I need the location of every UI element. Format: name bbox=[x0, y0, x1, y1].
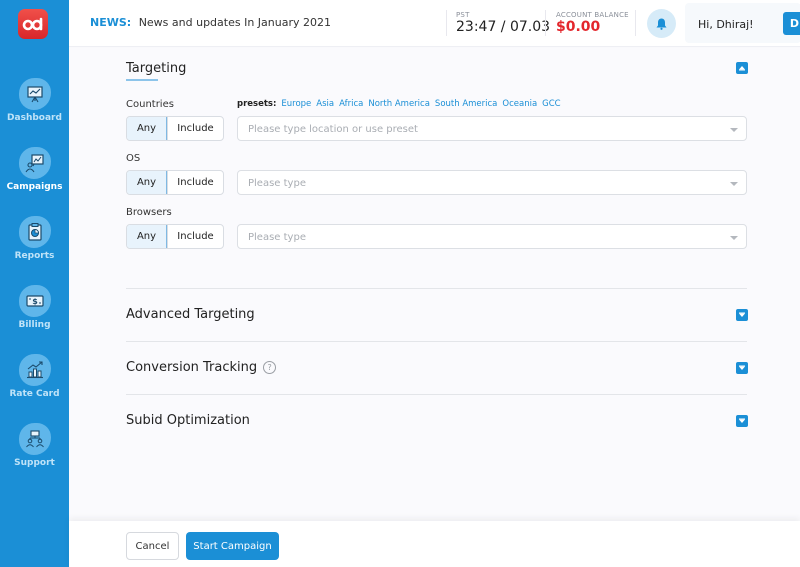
header-divider bbox=[446, 10, 447, 36]
countries-mode-toggle: Any Include bbox=[126, 116, 224, 141]
bar-chart-trend-icon bbox=[18, 354, 51, 386]
main-content: Targeting Countries presets: Europe Asia… bbox=[69, 48, 800, 521]
countries-label: Countries bbox=[126, 99, 174, 110]
targeting-title: Targeting bbox=[126, 61, 187, 76]
browsers-any-option[interactable]: Any bbox=[127, 225, 167, 248]
sidebar-item-billing[interactable]: $ Billing bbox=[0, 285, 69, 330]
browsers-include-option[interactable]: Include bbox=[167, 225, 223, 248]
chevron-down-icon[interactable] bbox=[730, 182, 738, 186]
sidebar-item-label: Reports bbox=[14, 251, 55, 261]
countries-any-option[interactable]: Any bbox=[127, 117, 167, 140]
header-divider bbox=[545, 10, 546, 36]
targeting-collapse-button[interactable] bbox=[736, 62, 748, 74]
chevron-down-icon[interactable] bbox=[730, 236, 738, 240]
support-people-icon bbox=[18, 423, 51, 455]
countries-placeholder: Please type location or use preset bbox=[248, 124, 418, 135]
svg-text:$: $ bbox=[32, 297, 38, 306]
news-tag: NEWS: bbox=[90, 16, 132, 29]
balance-value: $0.00 bbox=[556, 19, 601, 35]
preset-oceania[interactable]: Oceania bbox=[502, 99, 537, 109]
preset-gcc[interactable]: GCC bbox=[542, 99, 560, 109]
title-underline bbox=[126, 79, 158, 81]
bell-icon bbox=[656, 18, 667, 30]
clipboard-pie-icon bbox=[18, 216, 51, 248]
footer-bar: Cancel Start Campaign bbox=[69, 521, 800, 567]
logo[interactable] bbox=[18, 9, 48, 39]
balance-label: ACCOUNT BALANCE bbox=[556, 11, 629, 19]
campaign-chat-icon bbox=[18, 147, 51, 179]
dollar-bill-icon: $ bbox=[18, 285, 51, 317]
account-balance: ACCOUNT BALANCE $0.00 bbox=[556, 11, 629, 35]
sidebar: Dashboard Campaigns Reports $ Billing Ra… bbox=[0, 0, 69, 567]
advanced-targeting-header[interactable]: Advanced Targeting bbox=[126, 307, 255, 322]
preset-north-america[interactable]: North America bbox=[368, 99, 430, 109]
browsers-label: Browsers bbox=[126, 207, 172, 218]
sidebar-item-label: Rate Card bbox=[9, 389, 60, 399]
caret-down-icon bbox=[739, 365, 745, 370]
time-label: PST bbox=[456, 11, 470, 19]
section-divider bbox=[126, 341, 747, 342]
advanced-targeting-expand-button[interactable] bbox=[736, 309, 748, 321]
news-banner[interactable]: NEWS: News and updates In January 2021 bbox=[90, 16, 331, 29]
preset-asia[interactable]: Asia bbox=[316, 99, 334, 109]
preset-south-america[interactable]: South America bbox=[435, 99, 497, 109]
time-display: PST 23:47 / 07.03 bbox=[456, 11, 550, 35]
start-campaign-button[interactable]: Start Campaign bbox=[186, 532, 279, 560]
sidebar-item-support[interactable]: Support bbox=[0, 423, 69, 468]
presentation-chart-icon bbox=[18, 78, 51, 110]
subid-optimization-header[interactable]: Subid Optimization bbox=[126, 413, 250, 428]
sidebar-item-campaigns[interactable]: Campaigns bbox=[0, 147, 69, 192]
caret-down-icon bbox=[739, 418, 745, 423]
preset-europe[interactable]: Europe bbox=[281, 99, 311, 109]
avatar[interactable]: D bbox=[783, 12, 800, 35]
os-any-option[interactable]: Any bbox=[127, 171, 167, 194]
section-divider bbox=[126, 288, 747, 289]
sidebar-item-rate-card[interactable]: Rate Card bbox=[0, 354, 69, 399]
chevron-down-icon[interactable] bbox=[730, 128, 738, 132]
countries-select[interactable]: Please type location or use preset bbox=[237, 116, 747, 141]
time-value: 23:47 / 07.03 bbox=[456, 19, 551, 35]
section-title: Subid Optimization bbox=[126, 413, 250, 428]
conversion-tracking-expand-button[interactable] bbox=[736, 362, 748, 374]
section-title: Conversion Tracking bbox=[126, 360, 258, 375]
os-include-option[interactable]: Include bbox=[167, 171, 223, 194]
os-label: OS bbox=[126, 153, 141, 164]
os-mode-toggle: Any Include bbox=[126, 170, 224, 195]
presets-label: presets: bbox=[237, 99, 277, 109]
conversion-tracking-header[interactable]: Conversion Tracking ? bbox=[126, 360, 277, 375]
caret-up-icon bbox=[739, 66, 745, 71]
user-greeting: Hi, Dhiraj! bbox=[698, 18, 754, 31]
cancel-button[interactable]: Cancel bbox=[126, 532, 179, 560]
presets-row: presets: Europe Asia Africa North Americ… bbox=[237, 99, 561, 109]
browsers-placeholder: Please type bbox=[248, 232, 306, 243]
preset-africa[interactable]: Africa bbox=[339, 99, 363, 109]
header-divider bbox=[635, 10, 636, 36]
countries-include-option[interactable]: Include bbox=[167, 117, 223, 140]
section-divider bbox=[126, 394, 747, 395]
sidebar-item-label: Billing bbox=[18, 320, 51, 330]
help-icon[interactable]: ? bbox=[263, 361, 277, 374]
sidebar-item-label: Support bbox=[14, 458, 55, 468]
sidebar-item-reports[interactable]: Reports bbox=[0, 216, 69, 261]
browsers-mode-toggle: Any Include bbox=[126, 224, 224, 249]
section-title: Advanced Targeting bbox=[126, 307, 255, 322]
top-header: NEWS: News and updates In January 2021 P… bbox=[69, 0, 800, 47]
subid-optimization-expand-button[interactable] bbox=[736, 415, 748, 427]
os-select[interactable]: Please type bbox=[237, 170, 747, 195]
logo-ad-icon bbox=[22, 17, 43, 31]
sidebar-item-label: Campaigns bbox=[6, 182, 63, 192]
sidebar-item-label: Dashboard bbox=[7, 113, 62, 123]
caret-down-icon bbox=[739, 312, 745, 317]
os-placeholder: Please type bbox=[248, 178, 306, 189]
browsers-select[interactable]: Please type bbox=[237, 224, 747, 249]
sidebar-item-dashboard[interactable]: Dashboard bbox=[0, 78, 69, 123]
user-menu[interactable]: Hi, Dhiraj! D bbox=[685, 3, 800, 43]
news-text: News and updates In January 2021 bbox=[138, 16, 331, 29]
notifications-button[interactable] bbox=[647, 9, 676, 38]
